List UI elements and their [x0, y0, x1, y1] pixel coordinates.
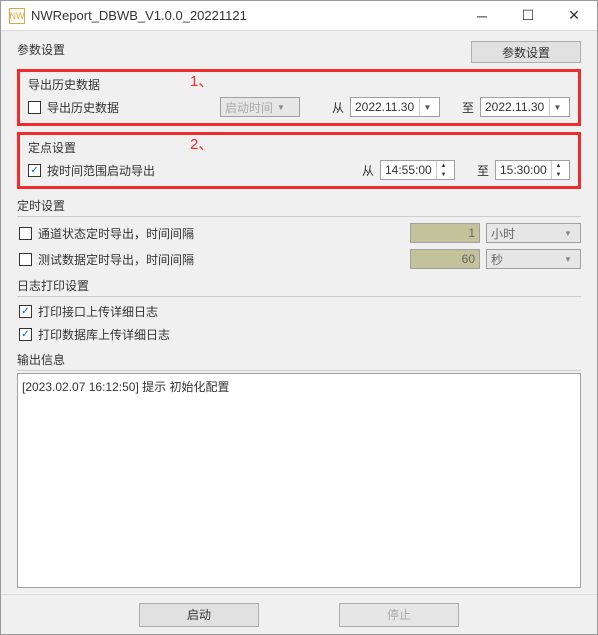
output-textbox[interactable]: [2023.02.07 16:12:50] 提示 初始化配置	[17, 373, 581, 588]
timer-title: 定时设置	[17, 197, 581, 217]
channel-interval-input[interactable]: 1	[410, 223, 480, 243]
fixed-point-row: ✓ 按时间范围启动导出 从 14:55:00 ▲ ▼ 至 15:30:00 ▲ …	[28, 160, 570, 180]
window-controls: ─ ☐ ✕	[459, 1, 597, 31]
to-time-input[interactable]: 15:30:00 ▲ ▼	[495, 160, 570, 180]
api-log-checkbox[interactable]: ✓	[19, 305, 32, 318]
export-history-title: 导出历史数据	[28, 76, 570, 93]
test-timer-label: 测试数据定时导出，时间间隔	[38, 251, 194, 268]
chevron-down-icon: ▼	[419, 98, 435, 116]
time-range-checkbox[interactable]: ✓	[28, 164, 41, 177]
log-section: 日志打印设置 ✓ 打印接口上传详细日志 ✓ 打印数据库上传详细日志	[17, 277, 581, 343]
api-log-row: ✓ 打印接口上传详细日志	[19, 303, 581, 320]
annotation-1: 1、	[190, 70, 213, 91]
chevron-down-icon: ▼	[560, 250, 576, 268]
stop-button: 停止	[339, 603, 459, 627]
test-unit-combo[interactable]: 秒 ▼	[486, 249, 581, 269]
spin-down-icon[interactable]: ▼	[552, 170, 565, 179]
time-spinner[interactable]: ▲ ▼	[436, 161, 450, 179]
from-label: 从	[332, 99, 344, 116]
from-time-input[interactable]: 14:55:00 ▲ ▼	[380, 160, 455, 180]
content-area: 参数设置 参数设置 1、 导出历史数据 导出历史数据 启动时间 ▼ 从 2022…	[1, 31, 597, 594]
test-unit-value: 秒	[491, 251, 503, 268]
from-time-label: 从	[362, 162, 374, 179]
minimize-button[interactable]: ─	[459, 1, 505, 31]
channel-timer-label: 通道状态定时导出，时间间隔	[38, 225, 194, 242]
output-section: 输出信息 [2023.02.07 16:12:50] 提示 初始化配置	[17, 351, 581, 588]
timer-section: 定时设置 通道状态定时导出，时间间隔 1 小时 ▼ 测试数据定时导出，时间间隔 …	[17, 197, 581, 269]
time-range-checkbox-label: 按时间范围启动导出	[47, 162, 155, 179]
to-time-value: 15:30:00	[500, 163, 547, 177]
db-log-row: ✓ 打印数据库上传详细日志	[19, 326, 581, 343]
test-timer-checkbox[interactable]	[19, 253, 32, 266]
export-history-group: 1、 导出历史数据 导出历史数据 启动时间 ▼ 从 2022.11.30 ▼ 至…	[17, 69, 581, 126]
api-log-label: 打印接口上传详细日志	[38, 303, 158, 320]
time-spinner[interactable]: ▲ ▼	[551, 161, 565, 179]
to-label: 至	[462, 99, 474, 116]
param-label: 参数设置	[17, 41, 65, 58]
chevron-down-icon: ▼	[273, 98, 289, 116]
test-timer-row: 测试数据定时导出，时间间隔 60 秒 ▼	[19, 249, 581, 269]
footer: 启动 停止	[1, 594, 597, 634]
test-interval-input[interactable]: 60	[410, 249, 480, 269]
window-title: NWReport_DBWB_V1.0.0_20221121	[31, 8, 459, 23]
close-button[interactable]: ✕	[551, 1, 597, 31]
start-button[interactable]: 启动	[139, 603, 259, 627]
chevron-down-icon: ▼	[560, 224, 576, 242]
to-time-label: 至	[477, 162, 489, 179]
from-time-value: 14:55:00	[385, 163, 432, 177]
app-icon: NW	[9, 8, 25, 24]
export-history-checkbox[interactable]	[28, 101, 41, 114]
channel-unit-value: 小时	[491, 225, 515, 242]
fixed-point-group: 2、 定点设置 ✓ 按时间范围启动导出 从 14:55:00 ▲ ▼ 至 15:…	[17, 132, 581, 189]
db-log-checkbox[interactable]: ✓	[19, 328, 32, 341]
spin-down-icon[interactable]: ▼	[437, 170, 450, 179]
param-header: 参数设置 参数设置	[17, 41, 581, 63]
start-time-combo[interactable]: 启动时间 ▼	[220, 97, 300, 117]
maximize-button[interactable]: ☐	[505, 1, 551, 31]
annotation-2: 2、	[190, 133, 213, 154]
spin-up-icon[interactable]: ▲	[437, 161, 450, 170]
titlebar: NW NWReport_DBWB_V1.0.0_20221121 ─ ☐ ✕	[1, 1, 597, 31]
spin-up-icon[interactable]: ▲	[552, 161, 565, 170]
from-date-value: 2022.11.30	[355, 100, 414, 114]
fixed-point-title: 定点设置	[28, 139, 570, 156]
export-history-checkbox-label: 导出历史数据	[47, 99, 119, 116]
param-settings-button[interactable]: 参数设置	[471, 41, 581, 63]
to-date-input[interactable]: 2022.11.30 ▼	[480, 97, 570, 117]
to-date-value: 2022.11.30	[485, 100, 544, 114]
log-title: 日志打印设置	[17, 277, 581, 297]
from-date-input[interactable]: 2022.11.30 ▼	[350, 97, 440, 117]
channel-timer-checkbox[interactable]	[19, 227, 32, 240]
start-time-combo-value: 启动时间	[225, 99, 273, 116]
output-title: 输出信息	[17, 351, 581, 371]
db-log-label: 打印数据库上传详细日志	[38, 326, 170, 343]
channel-unit-combo[interactable]: 小时 ▼	[486, 223, 581, 243]
export-history-row: 导出历史数据 启动时间 ▼ 从 2022.11.30 ▼ 至 2022.11.3…	[28, 97, 570, 117]
chevron-down-icon: ▼	[549, 98, 565, 116]
channel-timer-row: 通道状态定时导出，时间间隔 1 小时 ▼	[19, 223, 581, 243]
